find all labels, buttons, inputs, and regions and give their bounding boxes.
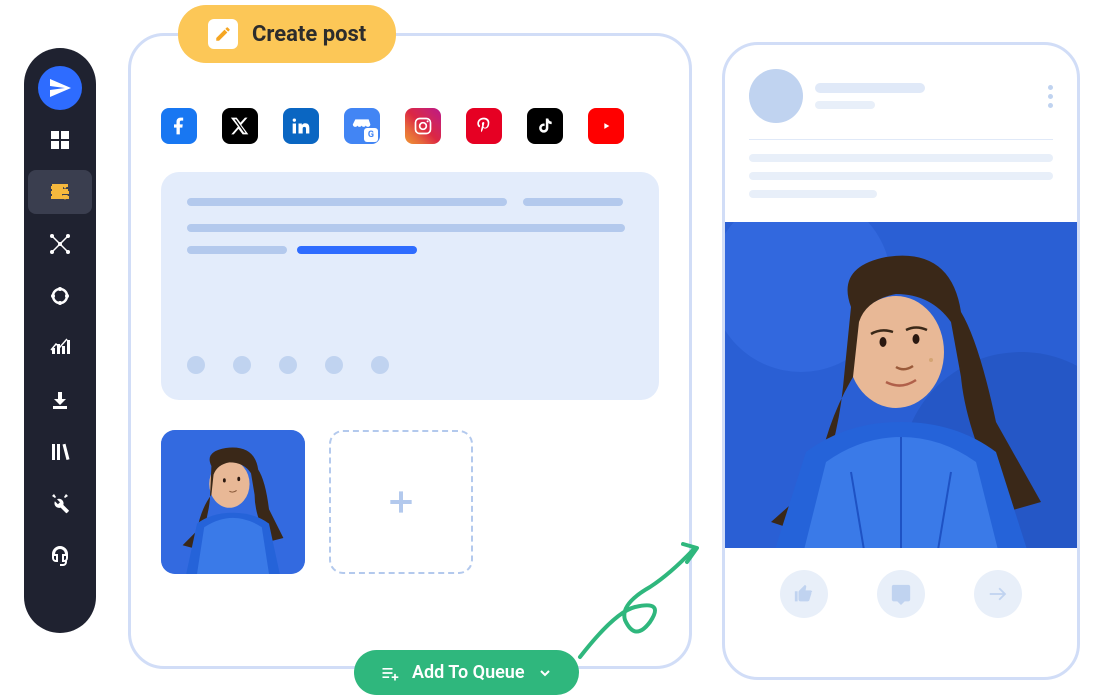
text-placeholder-line [187, 246, 287, 254]
create-post-label: Create post [252, 22, 366, 47]
channel-x[interactable] [222, 108, 258, 144]
channel-facebook[interactable] [161, 108, 197, 144]
channel-tiktok[interactable] [527, 108, 563, 144]
comment-button[interactable] [877, 570, 925, 618]
text-placeholder-line [187, 224, 625, 232]
caption-placeholder [725, 154, 1077, 222]
comment-icon [890, 583, 912, 605]
text-placeholder-line [523, 198, 623, 206]
media-thumbnail[interactable] [161, 430, 305, 574]
dashboard-icon [48, 128, 72, 152]
support-icon [48, 544, 72, 568]
composer-panel: G [128, 33, 692, 669]
sidebar-item-send[interactable] [38, 66, 82, 110]
share-icon [987, 583, 1009, 605]
post-preview-panel [722, 42, 1080, 680]
plus-icon [385, 486, 417, 518]
network-icon [48, 232, 72, 256]
compose-icon [48, 180, 72, 204]
facebook-icon [169, 116, 189, 136]
text-placeholder-line [187, 198, 507, 206]
channel-linkedin[interactable] [283, 108, 319, 144]
toolbar-action[interactable] [325, 356, 343, 374]
media-attachments [161, 430, 659, 574]
toolbar-action[interactable] [371, 356, 389, 374]
add-to-queue-button[interactable]: Add To Queue [354, 650, 579, 695]
post-text-area[interactable] [161, 172, 659, 400]
chevron-down-icon [537, 665, 553, 681]
divider [749, 139, 1053, 140]
engagement-row [725, 548, 1077, 640]
thumbs-up-icon [793, 583, 815, 605]
channel-youtube[interactable] [588, 108, 624, 144]
channel-google-business[interactable]: G [344, 108, 380, 144]
sidebar-item-library[interactable] [32, 430, 88, 474]
author-placeholder [815, 83, 1036, 109]
composer-toolbar [187, 356, 389, 374]
edit-icon [208, 19, 238, 49]
pinterest-icon [474, 116, 494, 136]
sidebar-item-support[interactable] [32, 534, 88, 578]
tiktok-icon [535, 116, 555, 136]
avatar [749, 69, 803, 123]
like-button[interactable] [780, 570, 828, 618]
target-icon [48, 284, 72, 308]
analytics-icon [48, 336, 72, 360]
text-link-placeholder [297, 246, 417, 254]
channel-pinterest[interactable] [466, 108, 502, 144]
preview-image [725, 222, 1077, 548]
main-sidebar [24, 48, 96, 633]
sidebar-item-analytics[interactable] [32, 326, 88, 370]
toolbar-action[interactable] [279, 356, 297, 374]
thumbnail-image [161, 430, 305, 574]
download-icon [48, 388, 72, 412]
post-more-menu[interactable] [1048, 85, 1053, 108]
channel-instagram[interactable] [405, 108, 441, 144]
add-media-button[interactable] [329, 430, 473, 574]
instagram-icon [413, 116, 433, 136]
queue-button-label: Add To Queue [412, 662, 525, 683]
linkedin-icon [291, 116, 311, 136]
queue-icon [380, 663, 400, 683]
sidebar-item-compose[interactable] [28, 170, 92, 214]
sidebar-item-dashboard[interactable] [32, 118, 88, 162]
sidebar-item-tools[interactable] [32, 482, 88, 526]
google-g-badge: G [364, 128, 378, 142]
send-icon [48, 76, 72, 100]
sidebar-item-target[interactable] [32, 274, 88, 318]
library-icon [48, 440, 72, 464]
sidebar-item-download[interactable] [32, 378, 88, 422]
tools-icon [48, 492, 72, 516]
preview-post-header [725, 69, 1077, 135]
share-button[interactable] [974, 570, 1022, 618]
create-post-button[interactable]: Create post [178, 5, 396, 63]
toolbar-action[interactable] [187, 356, 205, 374]
social-channel-row: G [161, 108, 659, 144]
x-icon [230, 116, 250, 136]
toolbar-action[interactable] [233, 356, 251, 374]
sidebar-item-network[interactable] [32, 222, 88, 266]
youtube-icon [596, 116, 616, 136]
